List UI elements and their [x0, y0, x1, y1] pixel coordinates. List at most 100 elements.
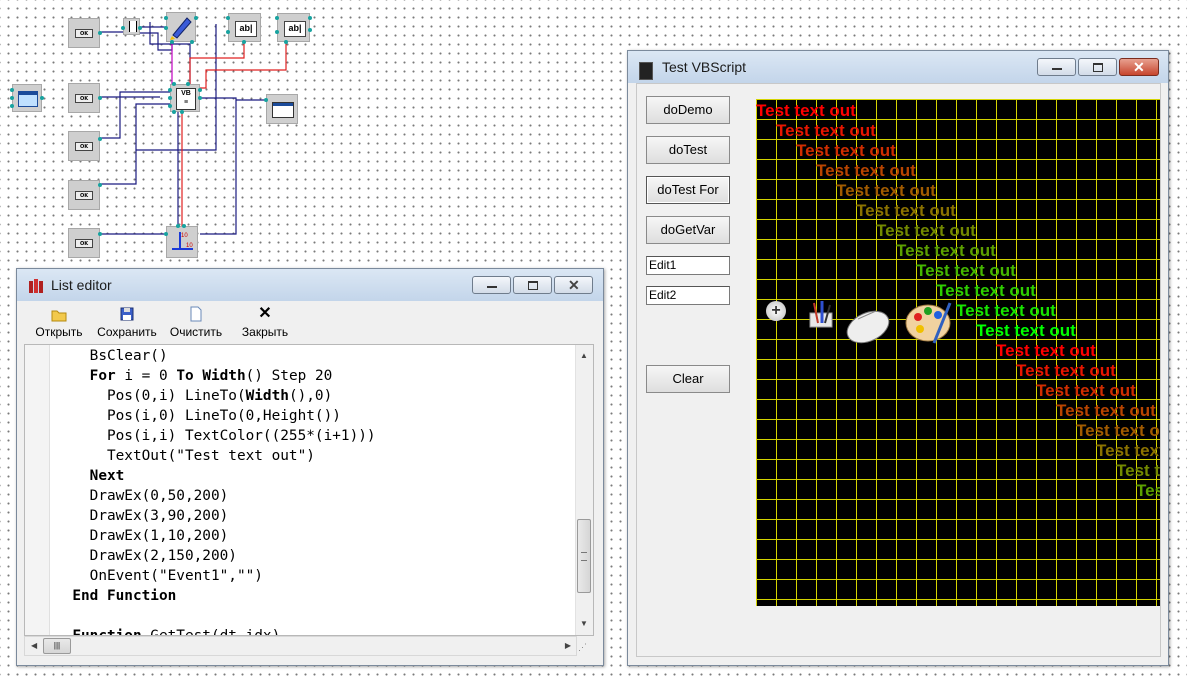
canvas-text-out: Test text out — [916, 261, 1016, 280]
canvas-text-out: Test text out — [1116, 461, 1160, 480]
scroll-thumb[interactable] — [577, 519, 591, 593]
code-editor[interactable]: BsClear() For i = 0 To Width() Step 20 P… — [24, 344, 594, 636]
close-x-icon: ✕ — [258, 305, 272, 322]
canvas-text-out: Test text out — [896, 241, 996, 260]
minimize-icon — [1052, 68, 1062, 70]
code-line: OnEvent("Event1","") — [55, 566, 376, 586]
close-button[interactable]: ✕ — [554, 276, 593, 294]
coords-component[interactable]: 10 10 — [166, 226, 198, 258]
script-editor-component[interactable] — [166, 12, 196, 42]
close-icon: ✕ — [568, 277, 580, 293]
code-line: Pos(i,0) LineTo(0,Height()) — [55, 406, 376, 426]
ok-component[interactable]: OK — [68, 180, 100, 210]
edit-component[interactable]: ab| — [277, 13, 310, 42]
paint-canvas[interactable]: Test text out Test text out Test text out T… — [756, 99, 1160, 606]
vertical-scrollbar[interactable]: ▲ ▼ — [575, 345, 593, 635]
code-line: Pos(0,i) LineTo(Width(),0) — [55, 386, 376, 406]
open-button[interactable]: Открыть — [31, 306, 87, 339]
canvas-text-out: Test text out — [756, 101, 856, 120]
ab-icon: ab| — [284, 21, 306, 37]
minimize-button[interactable] — [1037, 58, 1076, 76]
ok-component[interactable]: OK — [68, 228, 100, 258]
ok-component[interactable]: OK — [68, 83, 100, 113]
code-token: Pos(i,0) LineTo(0,Height()) — [106, 408, 341, 424]
canvas-text-out: Test text out — [856, 201, 956, 220]
code-token: (),0) — [288, 388, 333, 404]
maximize-icon — [528, 281, 538, 290]
vbscript-component[interactable]: VB ≡ — [170, 84, 200, 112]
canvas-text-out: Test text out — [1056, 401, 1156, 420]
code-line: Pos(i,i) TextColor((255*(i+1))) — [55, 426, 376, 446]
app-icon — [639, 62, 653, 80]
floppy-icon — [120, 307, 134, 321]
scroll-left-icon[interactable]: ◀ — [31, 641, 37, 650]
resize-grip-icon[interactable]: ⋰ — [578, 640, 592, 654]
do-test-for-button[interactable]: doTest For — [646, 176, 730, 204]
title-bar[interactable]: Test VBScript ✕ — [628, 51, 1168, 83]
scroll-down-icon[interactable]: ▼ — [580, 619, 588, 628]
code-keyword: End Function — [72, 588, 177, 604]
edit1-field[interactable]: Edit1 — [646, 256, 730, 275]
code-keyword: Width — [245, 388, 289, 404]
code-token: OnEvent("Event1","") — [89, 568, 263, 584]
edit2-field[interactable]: Edit2 — [646, 286, 730, 305]
canvas-text-out: Test text out — [816, 161, 916, 180]
svg-text:10: 10 — [186, 243, 193, 249]
close-editor-button[interactable]: ✕ Закрыть — [236, 305, 294, 340]
code-token: TextOut("Test text out") — [106, 448, 315, 464]
paintbox-component[interactable] — [266, 94, 298, 124]
title-bar[interactable]: List editor ✕ — [17, 269, 603, 301]
canvas-text-out: Test text out — [1076, 421, 1160, 440]
ok-component[interactable]: OK — [68, 131, 100, 161]
scroll-right-icon[interactable]: ▶ — [565, 641, 571, 650]
canvas-text-out: Test text out — [996, 341, 1096, 360]
gutter — [25, 345, 50, 635]
code-line: TextOut("Test text out") — [55, 446, 376, 466]
do-get-var-button[interactable]: doGetVar — [646, 216, 730, 244]
canvas-text-out: Test text out — [1036, 381, 1136, 400]
code-keyword: Width — [202, 368, 246, 384]
do-test-button[interactable]: doTest — [646, 136, 730, 164]
canvas-text-out: Test text out — [936, 281, 1036, 300]
ok-component[interactable]: OK — [68, 18, 100, 48]
form-component[interactable] — [12, 84, 42, 112]
canvas-text-out: Test text out — [836, 181, 936, 200]
folder-icon — [51, 310, 67, 322]
code-token: Pos(i,i) TextColor((255*(i+1))) — [106, 428, 376, 444]
code-token: DrawEx(0,50,200) — [89, 488, 229, 504]
clear-button[interactable]: Очистить — [166, 306, 226, 339]
code-token: Pos(0,i) LineTo( — [106, 388, 246, 404]
maximize-button[interactable] — [1078, 58, 1117, 76]
vb-icon: VB ≡ — [176, 88, 196, 110]
scroll-up-icon[interactable]: ▲ — [580, 351, 588, 360]
panel-icon — [272, 102, 294, 118]
canvas-text-out: Test text out — [776, 121, 876, 140]
maximize-button[interactable] — [513, 276, 552, 294]
pen-icon — [170, 17, 192, 40]
minimize-button[interactable] — [472, 276, 511, 294]
canvas-drawing: Test text outTest text outTest text outT… — [756, 99, 1160, 606]
close-button[interactable]: ✕ — [1119, 58, 1159, 76]
clear-button[interactable]: Clear — [646, 365, 730, 393]
cursor-icon — [129, 21, 137, 32]
scroll-thumb-h[interactable]: ||| — [43, 638, 71, 654]
close-icon: ✕ — [1133, 59, 1145, 75]
axes-icon: 10 10 — [172, 232, 193, 250]
svg-text:10: 10 — [181, 233, 188, 239]
save-button[interactable]: Сохранить — [94, 306, 160, 339]
code-line: Function GetTest(dt,idx) — [55, 626, 376, 636]
ab-icon: ab| — [235, 21, 257, 37]
code-token: GetTest(dt,idx) — [141, 628, 281, 636]
code-keyword: Function — [72, 628, 142, 636]
edit-component[interactable]: ab| — [228, 13, 261, 42]
page-icon — [190, 306, 202, 322]
code-line: DrawEx(0,50,200) — [55, 486, 376, 506]
window-title: List editor — [51, 277, 112, 293]
do-demo-button[interactable]: doDemo — [646, 96, 730, 124]
minimize-icon — [487, 286, 497, 288]
mouse-icon — [846, 310, 890, 344]
canvas-text-out: Test text out — [1096, 441, 1160, 460]
horizontal-scrollbar[interactable]: ◀ ||| ▶ — [24, 636, 577, 656]
